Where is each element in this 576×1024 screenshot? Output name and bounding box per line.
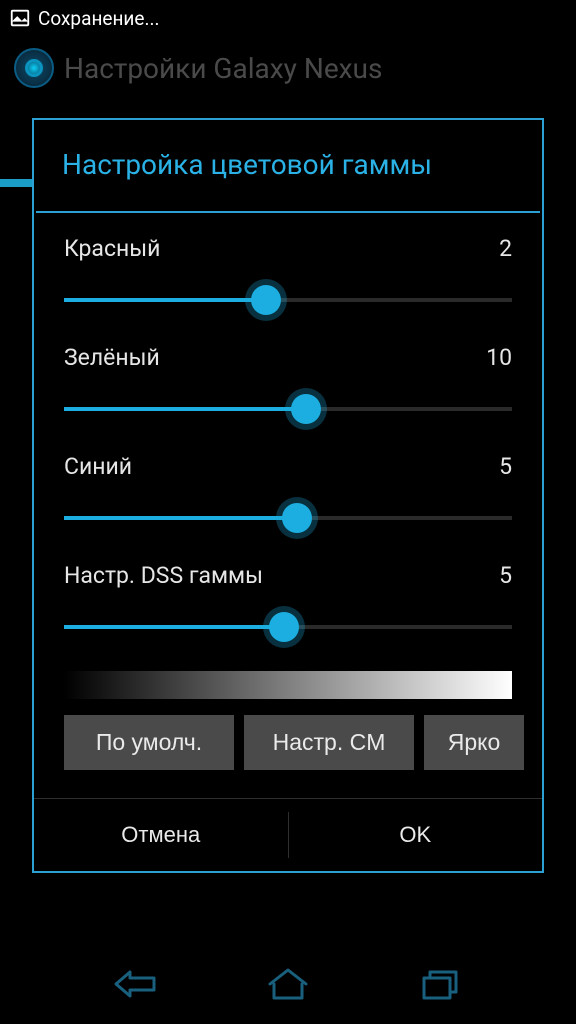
app-title: Настройки Galaxy Nexus [64, 52, 382, 85]
slider-thumb[interactable] [291, 394, 321, 424]
slider-label: Красный [64, 235, 160, 262]
status-text: Сохранение... [38, 7, 160, 30]
slider-track-green[interactable] [64, 393, 512, 425]
slider-label: Настр. DSS гаммы [64, 562, 263, 589]
dialog-body: Красный 2 Зелёный 10 Синий [34, 213, 542, 798]
preset-row: По умолч. Настр. CM Ярко [64, 715, 512, 770]
app-settings-icon [14, 48, 54, 88]
slider-track-red[interactable] [64, 284, 512, 316]
dialog-footer: Отмена OK [34, 799, 542, 871]
slider-value: 10 [486, 344, 512, 371]
status-bar: Сохранение... [0, 0, 576, 36]
nav-home-button[interactable] [258, 961, 318, 1007]
image-icon [8, 6, 32, 30]
gradient-preview [64, 671, 512, 699]
nav-bar [0, 944, 576, 1024]
slider-thumb[interactable] [269, 612, 299, 642]
slider-track-blue[interactable] [64, 502, 512, 534]
app-header: Настройки Galaxy Nexus [0, 36, 576, 100]
slider-dss-gamma: Настр. DSS гаммы 5 [64, 562, 512, 643]
slider-thumb[interactable] [251, 285, 281, 315]
slider-blue: Синий 5 [64, 453, 512, 534]
ok-button[interactable]: OK [289, 799, 543, 871]
slider-label: Синий [64, 453, 132, 480]
slider-green: Зелёный 10 [64, 344, 512, 425]
cancel-button[interactable]: Отмена [34, 799, 288, 871]
slider-track-dss[interactable] [64, 611, 512, 643]
slider-thumb[interactable] [282, 503, 312, 533]
preset-default-button[interactable]: По умолч. [64, 715, 234, 770]
preset-bright-button[interactable]: Ярко [424, 715, 524, 770]
slider-label: Зелёный [64, 344, 160, 371]
color-gamma-dialog: Настройка цветовой гаммы Красный 2 Зелён… [32, 118, 544, 873]
nav-back-button[interactable] [106, 961, 166, 1007]
slider-value: 5 [499, 453, 512, 480]
slider-value: 5 [499, 562, 512, 589]
dialog-title: Настройка цветовой гаммы [34, 120, 542, 211]
slider-red: Красный 2 [64, 235, 512, 316]
preset-cm-button[interactable]: Настр. CM [244, 715, 414, 770]
nav-recent-button[interactable] [410, 961, 470, 1007]
slider-value: 2 [499, 235, 512, 262]
